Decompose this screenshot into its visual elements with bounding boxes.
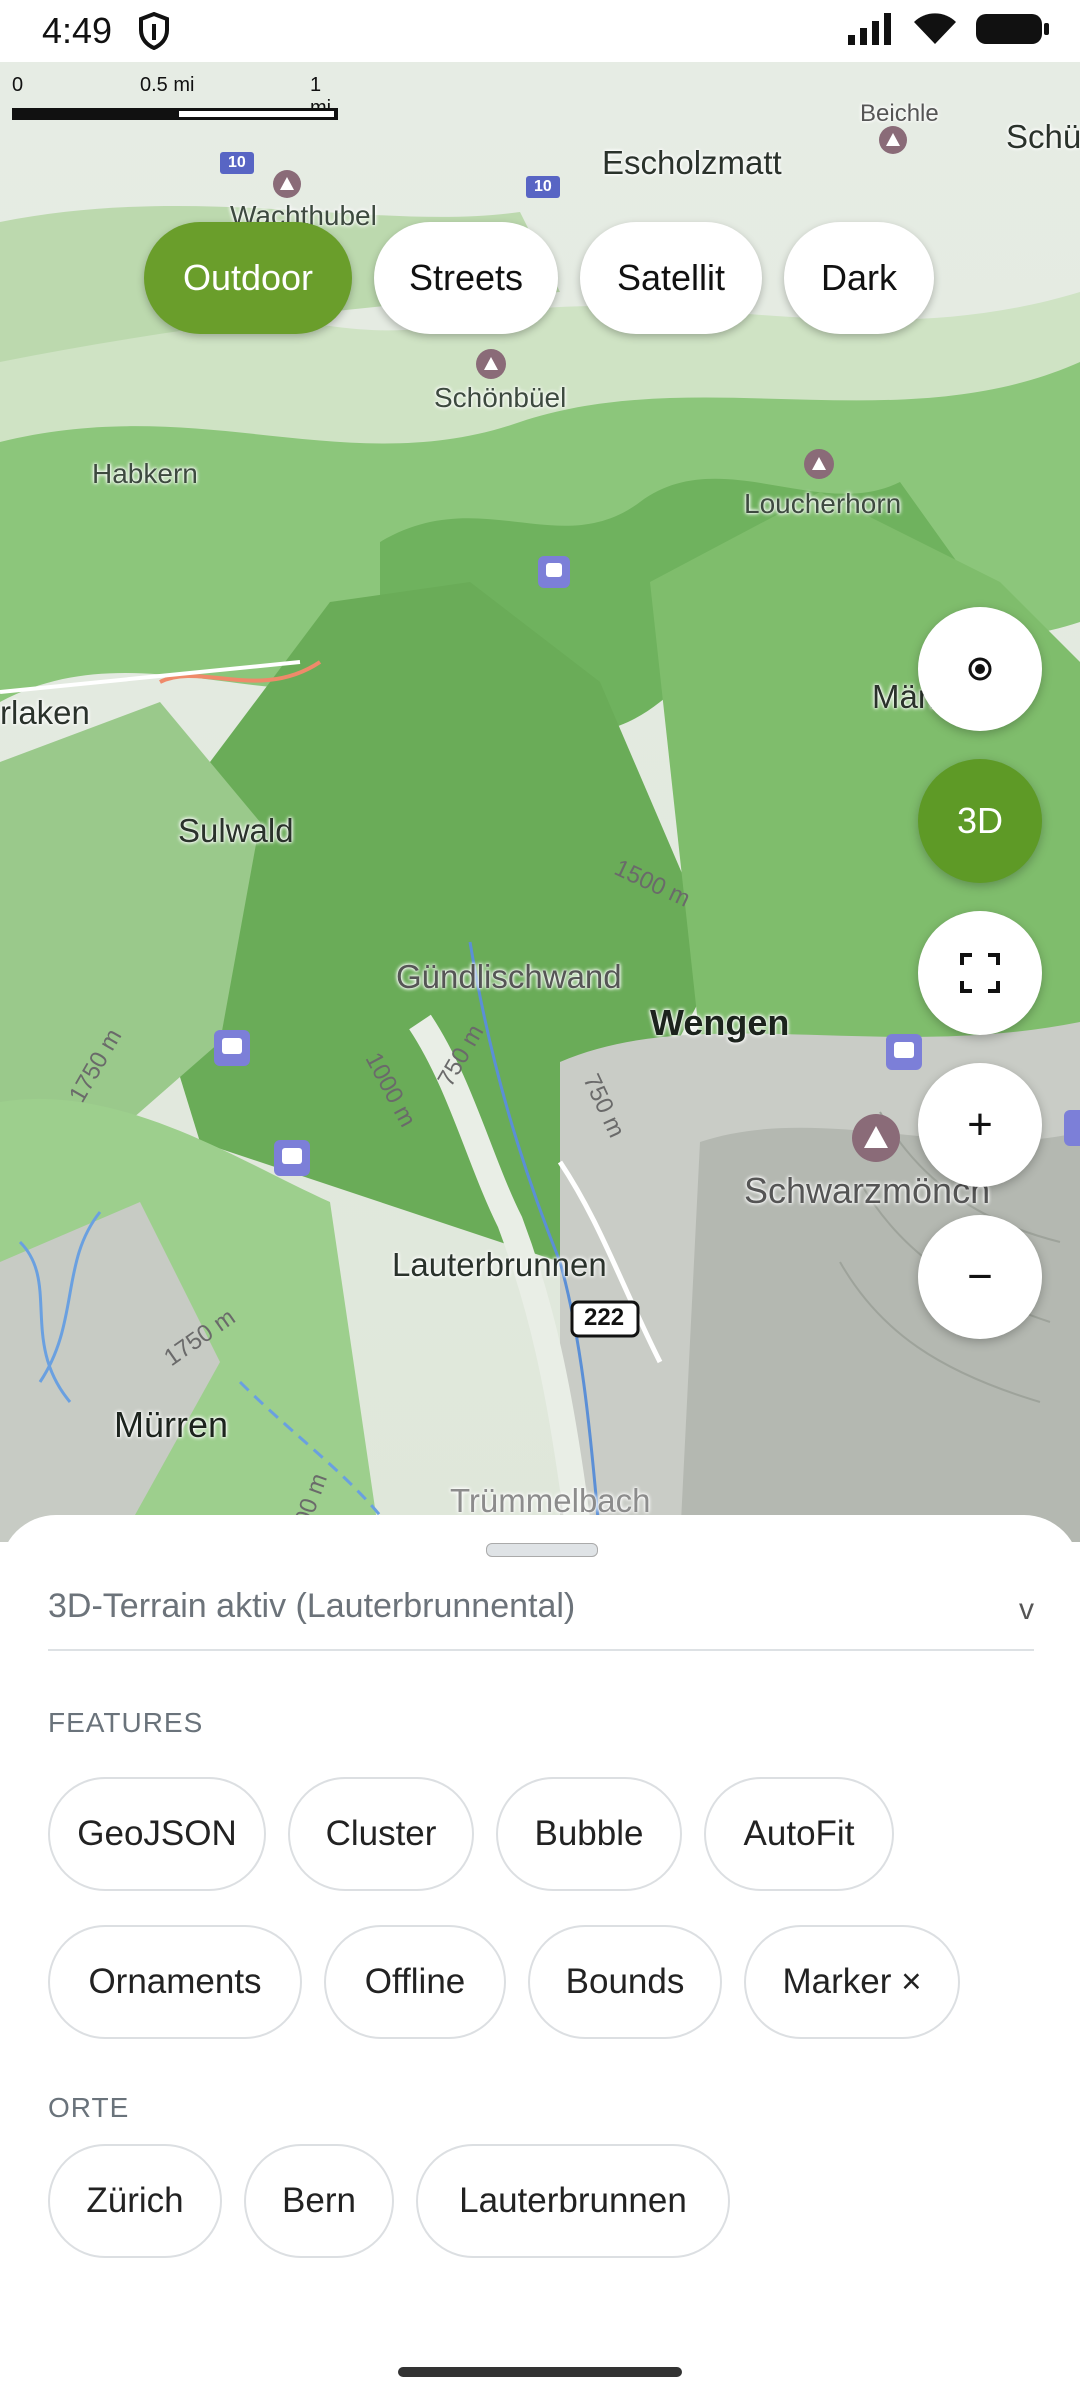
place-chip-bern[interactable]: Bern xyxy=(244,2144,394,2258)
scale-label: 0.5 mi xyxy=(140,74,195,96)
place-chip-lauterbrunnen[interactable]: Lauterbrunnen xyxy=(416,2144,730,2258)
road-number: 222 xyxy=(584,1304,625,1331)
fullscreen-button[interactable] xyxy=(918,911,1042,1035)
peak-icon xyxy=(804,449,834,479)
scale-bar-line xyxy=(12,108,338,120)
locate-button[interactable] xyxy=(918,607,1042,731)
place-label: Gündlischwand xyxy=(396,958,622,995)
dropdown-value: 3D-Terrain aktiv (Lauterbrunnental) xyxy=(48,1587,576,1625)
status-bar: 4:49 xyxy=(0,0,1080,62)
zoom-in-button[interactable]: + xyxy=(918,1063,1042,1187)
chevron-down-icon: v xyxy=(1019,1593,1034,1626)
peak-icon xyxy=(273,170,301,198)
zoom-out-button[interactable]: − xyxy=(918,1215,1042,1339)
features-row-1: GeoJSON Cluster Bubble AutoFit xyxy=(48,1777,894,1891)
place-label: rlaken xyxy=(0,694,90,731)
style-chip-dark[interactable]: Dark xyxy=(784,222,934,334)
places-row: Zürich Bern Lauterbrunnen xyxy=(48,2144,730,2258)
feature-chip-bounds[interactable]: Bounds xyxy=(528,1925,722,2039)
feature-chip-offline[interactable]: Offline xyxy=(324,1925,506,2039)
train-station-icon xyxy=(274,1140,310,1176)
style-chip-outdoor[interactable]: Outdoor xyxy=(144,222,352,334)
place-label: Beichle xyxy=(860,100,939,127)
feature-chip-ornaments[interactable]: Ornaments xyxy=(48,1925,302,2039)
train-station-icon xyxy=(886,1034,922,1070)
fullscreen-icon xyxy=(960,953,1000,993)
place-label: Schüp xyxy=(1006,118,1080,155)
place-label: Habkern xyxy=(92,458,198,489)
target-icon xyxy=(968,657,992,681)
terrain-3d-button[interactable]: 3D xyxy=(918,759,1042,883)
home-indicator[interactable] xyxy=(398,2367,682,2377)
road-number: 10 xyxy=(228,154,246,171)
feature-chip-cluster[interactable]: Cluster xyxy=(288,1777,474,1891)
place-label: Mürren xyxy=(114,1404,229,1445)
feature-chip-geojson[interactable]: GeoJSON xyxy=(48,1777,266,1891)
place-label: Lauterbrunnen xyxy=(392,1246,607,1283)
train-station-icon xyxy=(1064,1110,1080,1146)
places-heading: ORTE xyxy=(48,2092,130,2123)
place-label: Schönbüel xyxy=(434,382,567,413)
peak-icon xyxy=(476,349,506,379)
place-chip-zurich[interactable]: Zürich xyxy=(48,2144,222,2258)
scenario-dropdown[interactable]: 3D-Terrain aktiv (Lauterbrunnental) v xyxy=(48,1587,1034,1651)
battery-icon xyxy=(976,14,1049,44)
shield-icon xyxy=(139,12,169,50)
status-time: 4:49 xyxy=(42,10,113,51)
road-number: 10 xyxy=(534,178,552,195)
wifi-icon xyxy=(914,13,956,44)
peak-icon xyxy=(879,126,907,154)
place-label: Wengen xyxy=(650,1002,790,1043)
scale-label: 0 xyxy=(12,74,24,96)
place-label: Escholzmatt xyxy=(602,144,782,181)
features-row-2: Ornaments Offline Bounds Marker × xyxy=(48,1925,960,2039)
feature-chip-autofit[interactable]: AutoFit xyxy=(704,1777,894,1891)
train-station-icon xyxy=(214,1030,250,1066)
map-style-switcher: Outdoor Streets Satellit Dark xyxy=(144,222,934,334)
style-chip-streets[interactable]: Streets xyxy=(374,222,558,334)
style-chip-satellit[interactable]: Satellit xyxy=(580,222,762,334)
feature-chip-marker[interactable]: Marker × xyxy=(744,1925,960,2039)
place-label: Loucherhorn xyxy=(744,488,902,519)
peak-icon xyxy=(852,1114,900,1162)
signal-icon xyxy=(848,13,891,45)
feature-chip-bubble[interactable]: Bubble xyxy=(496,1777,682,1891)
train-station-icon xyxy=(538,556,570,588)
sheet-drag-handle[interactable] xyxy=(486,1543,598,1557)
place-label: Sulwald xyxy=(178,812,294,849)
features-heading: FEATURES xyxy=(48,1707,204,1738)
bottom-sheet: 3D-Terrain aktiv (Lauterbrunnental) v FE… xyxy=(0,1515,1080,2400)
